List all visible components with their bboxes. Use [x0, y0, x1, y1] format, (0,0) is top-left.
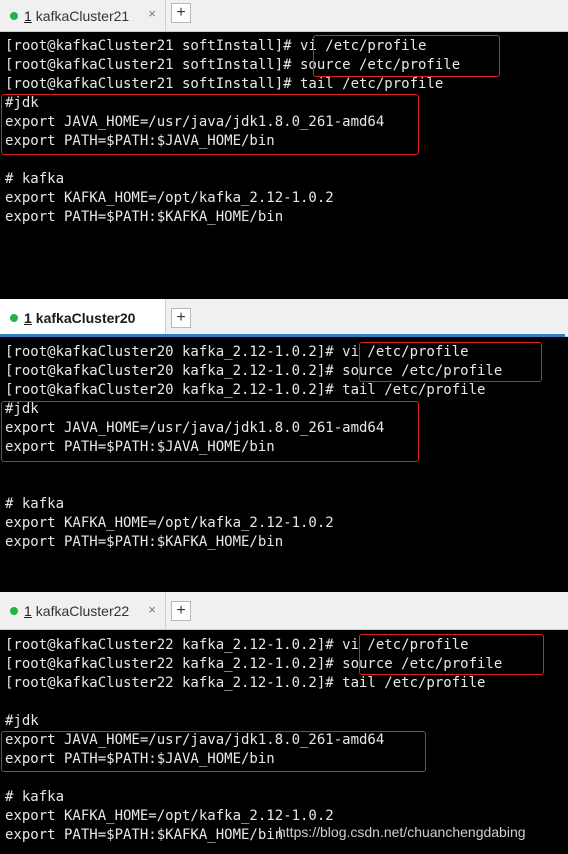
close-icon[interactable]: × [148, 602, 156, 617]
connected-dot-icon [10, 11, 18, 20]
terminal-line: export PATH=$PATH:$KAFKA_HOME/bin [5, 209, 284, 225]
highlight-box-commands [313, 35, 500, 77]
tab-title: kafkaCluster21 [35, 7, 130, 24]
connected-dot-icon [10, 313, 18, 322]
active-tab-accent [0, 334, 565, 337]
terminal-line: #jdk [5, 713, 39, 729]
close-icon[interactable]: × [148, 6, 156, 21]
tab-session[interactable]: 1 kafkaCluster21 × [0, 0, 166, 31]
tab-number: 1 [24, 602, 32, 619]
terminal-line: export PATH=$PATH:$KAFKA_HOME/bin [5, 534, 284, 550]
terminal-line: export KAFKA_HOME=/opt/kafka_2.12-1.0.2 [5, 515, 334, 531]
highlight-box-commands [359, 634, 544, 675]
terminal-line: [root@kafkaCluster21 softInstall]# tail … [5, 76, 444, 92]
tab-title: kafkaCluster20 [35, 309, 136, 326]
terminal-line: [root@kafkaCluster22 kafka_2.12-1.0.2]# … [5, 675, 486, 691]
terminal-line: export PATH=$PATH:$KAFKA_HOME/bin [5, 827, 284, 843]
terminal-panel-3: 1 kafkaCluster22 × + [root@kafkaCluster2… [0, 592, 568, 854]
highlight-box-jdk [1, 401, 419, 462]
new-tab-button[interactable]: + [171, 308, 191, 328]
terminal-line: # kafka [5, 171, 65, 187]
terminal-line: # kafka [5, 496, 65, 512]
tab-title: kafkaCluster22 [35, 602, 130, 619]
terminal-output[interactable]: [root@kafkaCluster22 kafka_2.12-1.0.2]# … [0, 631, 568, 854]
tab-bar: 1 kafkaCluster22 × + [0, 592, 568, 630]
highlight-box-jdk [1, 731, 426, 772]
tab-bar: 1 kafkaCluster20 + [0, 299, 568, 337]
terminal-line: [root@kafkaCluster20 kafka_2.12-1.0.2]# … [5, 382, 486, 398]
tab-number: 1 [24, 309, 32, 326]
highlight-box-jdk [1, 94, 419, 155]
terminal-line: # kafka [5, 789, 65, 805]
terminal-panel-2: 1 kafkaCluster20 + [root@kafkaCluster20 … [0, 299, 568, 592]
new-tab-button[interactable]: + [171, 601, 191, 621]
highlight-box-commands [359, 342, 542, 382]
watermark: https://blog.csdn.net/chuanchengdabing [278, 824, 526, 840]
terminal-output[interactable]: [root@kafkaCluster21 softInstall]# vi /e… [0, 33, 568, 299]
terminal-output[interactable]: [root@kafkaCluster20 kafka_2.12-1.0.2]# … [0, 338, 568, 592]
tab-session[interactable]: 1 kafkaCluster22 × [0, 592, 166, 629]
connected-dot-icon [10, 606, 18, 615]
tab-session[interactable]: 1 kafkaCluster20 [0, 299, 565, 337]
tab-bar: 1 kafkaCluster21 × + [0, 0, 568, 32]
terminal-panel-1: 1 kafkaCluster21 × + [root@kafkaCluster2… [0, 0, 568, 299]
new-tab-button[interactable]: + [171, 3, 191, 23]
tab-number: 1 [24, 7, 32, 24]
terminal-line: export KAFKA_HOME=/opt/kafka_2.12-1.0.2 [5, 190, 334, 206]
